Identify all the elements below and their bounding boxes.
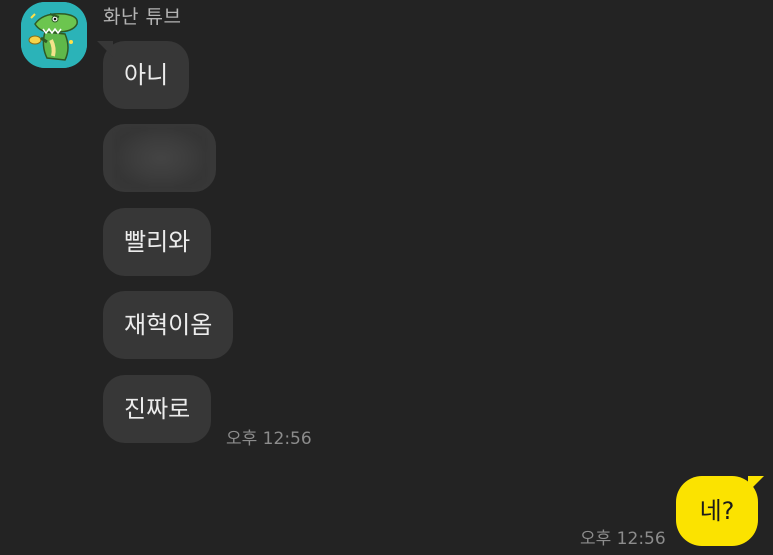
message-text: 아니 [124,61,169,89]
avatar[interactable] [21,2,87,68]
incoming-message-bubble-blurred[interactable] [103,124,216,192]
incoming-message-time: 오후 12:56 [226,429,312,449]
message-text: 재혁이옴 [124,311,213,339]
chat-room: 화난 튜브 아니 빨리와 재혁이옴 진짜로 오후 12:56 오후 12:56 … [0,0,773,555]
message-text: 빨리와 [124,228,191,256]
incoming-message-bubble[interactable]: 진짜로 [103,375,212,443]
message-text: 네? [699,497,735,525]
incoming-message-bubble[interactable]: 아니 [103,41,190,109]
incoming-message-bubble[interactable]: 재혁이옴 [103,291,234,359]
message-text: 진짜로 [124,395,191,423]
incoming-message-bubble[interactable]: 빨리와 [103,208,212,276]
angry-tube-crocodile-avatar-icon [21,2,87,68]
outgoing-message-time: 오후 12:56 [580,529,666,549]
outgoing-message-bubble[interactable]: 네? [676,476,758,546]
blurred-content [115,127,207,189]
sender-name: 화난 튜브 [103,6,182,28]
